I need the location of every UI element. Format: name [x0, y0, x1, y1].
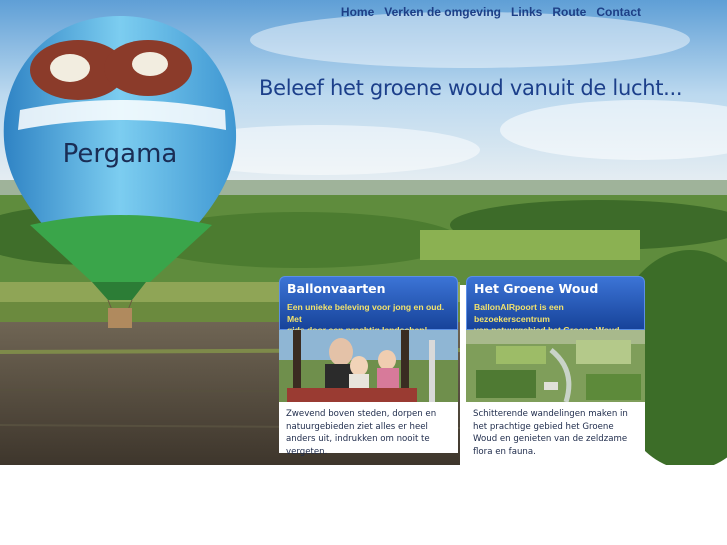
card-subtitle-line: Een unieke beleving voor jong en oud. Me…	[287, 302, 445, 324]
card-header: Ballonvaarten Een unieke beleving voor j…	[279, 276, 458, 335]
card-body-text: Zwevend boven steden, dorpen en natuurge…	[279, 402, 458, 457]
balloon-basket-photo	[279, 330, 458, 402]
nav-contact[interactable]: Contact	[596, 4, 641, 19]
card-title[interactable]: Het Groene Woud	[474, 281, 637, 296]
card-ballonvaarten[interactable]: Ballonvaarten Een unieke beleving voor j…	[279, 276, 458, 457]
card-header: Het Groene Woud BallonAIRpoort is een be…	[466, 276, 645, 335]
page-headline: Beleef het groene woud vanuit de lucht..…	[259, 76, 683, 100]
aerial-landscape-photo	[466, 330, 645, 402]
card-body-text: Schitterende wandelingen maken in het pr…	[466, 402, 645, 464]
nav-links[interactable]: Links	[511, 4, 542, 19]
card-title[interactable]: Ballonvaarten	[287, 281, 450, 296]
main-nav: Home Verken de omgeving Links Route Cont…	[331, 4, 641, 19]
card-het-groene-woud[interactable]: Het Groene Woud BallonAIRpoort is een be…	[466, 276, 645, 464]
nav-home[interactable]: Home	[341, 4, 374, 19]
card-subtitle-line: BallonAIRpoort is een bezoekerscentrum	[474, 302, 564, 324]
nav-verken-de-omgeving[interactable]: Verken de omgeving	[384, 4, 501, 19]
nav-route[interactable]: Route	[552, 4, 586, 19]
balloon-label: Pergama	[63, 139, 178, 169]
